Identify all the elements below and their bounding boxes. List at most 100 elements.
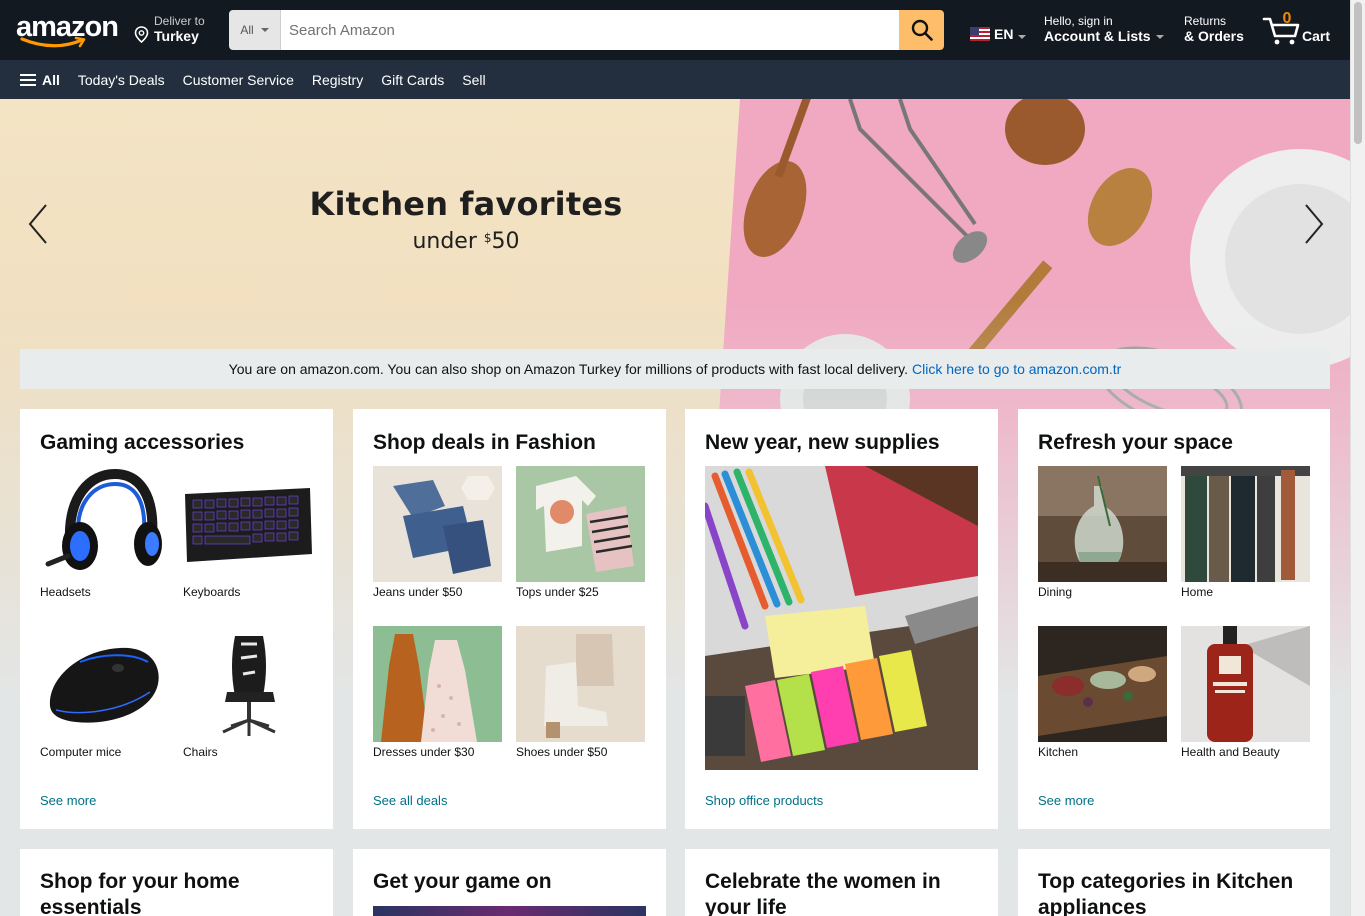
- nav-link-todays-deals[interactable]: Today's Deals: [78, 72, 165, 88]
- tile-label: Shoes under $50: [516, 745, 608, 759]
- tile-label: Dining: [1038, 585, 1073, 599]
- tile-computer-mice[interactable]: Computer mice: [40, 626, 169, 759]
- logo-smile-icon: [20, 36, 86, 48]
- nav-link-registry[interactable]: Registry: [312, 72, 363, 88]
- hero-subtitle-prefix: under: [412, 229, 484, 254]
- orders-label: & Orders: [1184, 28, 1244, 44]
- deliver-country: Turkey: [154, 28, 199, 44]
- nav-link-gift-cards[interactable]: Gift Cards: [381, 72, 444, 88]
- card-title: Shop for your home essentials: [40, 870, 240, 916]
- card-title: Celebrate the women in your life: [705, 870, 941, 916]
- card-link-see-more[interactable]: See more: [1038, 793, 1094, 808]
- language-code: EN: [994, 26, 1014, 42]
- nav-link-sell[interactable]: Sell: [462, 72, 485, 88]
- tile-home[interactable]: Home: [1181, 466, 1310, 599]
- shoes-image: [516, 626, 645, 742]
- tile-label: Jeans under $50: [373, 585, 463, 599]
- card-home-essentials: Shop for your home essentials: [20, 849, 333, 916]
- game-image[interactable]: [373, 906, 646, 916]
- scrollbar-thumb[interactable]: [1354, 2, 1362, 144]
- card-link-shop-office[interactable]: Shop office products: [705, 793, 823, 808]
- language-selector[interactable]: EN: [970, 26, 1027, 42]
- search-input[interactable]: [281, 10, 899, 50]
- cart-label: Cart: [1302, 28, 1331, 44]
- tile-label: Dresses under $30: [373, 745, 475, 759]
- account-lists-label: Account & Lists: [1044, 28, 1151, 44]
- nav-link-customer-service[interactable]: Customer Service: [183, 72, 294, 88]
- search-category-label: All: [240, 23, 254, 37]
- hamburger-icon: [20, 73, 36, 86]
- card-fashion-deals: Shop deals in Fashion Jeans under $50 To…: [353, 409, 666, 829]
- notice-link[interactable]: Click here to go to amazon.com.tr: [912, 361, 1121, 377]
- kitchen-image: [1038, 626, 1167, 742]
- tile-label: Headsets: [40, 585, 91, 599]
- us-flag-icon: [970, 27, 990, 41]
- carousel-next-icon[interactable]: [1298, 199, 1328, 249]
- country-notice: You are on amazon.com. You can also shop…: [20, 349, 1330, 389]
- tile-keyboards[interactable]: Keyboards: [183, 466, 312, 599]
- card-kitchen-appliances: Top categories in Kitchen appliances: [1018, 849, 1330, 916]
- jeans-image: [373, 466, 502, 582]
- location-pin-icon: [134, 26, 149, 43]
- search-icon: [911, 19, 933, 41]
- tile-label: Tops under $25: [516, 585, 599, 599]
- tile-label: Computer mice: [40, 745, 122, 759]
- deliver-label: Deliver to: [154, 14, 205, 28]
- returns-label: Returns: [1184, 14, 1227, 28]
- tile-headsets[interactable]: Headsets: [40, 466, 169, 599]
- tile-chairs[interactable]: Chairs: [183, 626, 312, 759]
- top-nav: amazon Deliver to Turkey All EN: [0, 0, 1350, 60]
- tile-kitchen[interactable]: Kitchen: [1038, 626, 1167, 759]
- office-supplies-image[interactable]: [705, 466, 978, 770]
- tile-dining[interactable]: Dining: [1038, 466, 1167, 599]
- cart-count: 0: [1282, 10, 1292, 27]
- all-menu-button[interactable]: All: [20, 72, 60, 88]
- notice-text: You are on amazon.com. You can also shop…: [228, 361, 909, 377]
- card-title: Refresh your space: [1038, 431, 1233, 454]
- health-beauty-image: [1181, 626, 1310, 742]
- tile-label: Keyboards: [183, 585, 241, 599]
- card-gaming-accessories: Gaming accessories Headsets Keyboards Co…: [20, 409, 333, 829]
- tile-label: Chairs: [183, 745, 218, 759]
- tile-shoes[interactable]: Shoes under $50: [516, 626, 645, 759]
- secondary-nav: All Today's Deals Customer Service Regis…: [0, 60, 1350, 99]
- search-bar: All: [229, 10, 944, 50]
- card-game-on: Get your game on: [353, 849, 666, 916]
- tile-jeans[interactable]: Jeans under $50: [373, 466, 502, 599]
- amazon-logo[interactable]: amazon: [16, 12, 119, 52]
- hero-subtitle-amount: 50: [491, 229, 520, 254]
- caret-down-icon: [260, 28, 269, 32]
- search-category-select[interactable]: All: [229, 10, 281, 50]
- caret-down-icon: [1018, 35, 1027, 39]
- card-title: Shop deals in Fashion: [373, 431, 596, 454]
- card-title: Top categories in Kitchen appliances: [1038, 870, 1294, 916]
- carousel-prev-icon[interactable]: [24, 199, 54, 249]
- headset-image: [40, 466, 169, 582]
- returns-orders[interactable]: Returns & Orders: [1184, 14, 1244, 44]
- card-link-see-all-deals[interactable]: See all deals: [373, 793, 447, 808]
- card-new-year-supplies: New year, new supplies Shop office produ…: [685, 409, 998, 829]
- keyboard-image: [183, 466, 312, 582]
- hero-subtitle: under $50: [266, 229, 666, 254]
- tile-label: Home: [1181, 585, 1214, 599]
- home-image: [1181, 466, 1310, 582]
- account-greeting: Hello, sign in: [1044, 14, 1113, 28]
- tile-label: Health and Beauty: [1181, 745, 1280, 759]
- hero-title: Kitchen favorites: [309, 185, 623, 223]
- chair-image: [183, 626, 312, 742]
- tile-tops[interactable]: Tops under $25: [516, 466, 645, 599]
- search-button[interactable]: [899, 10, 944, 50]
- card-title: Gaming accessories: [40, 431, 245, 454]
- card-title: Get your game on: [373, 870, 552, 893]
- card-link-see-more[interactable]: See more: [40, 793, 96, 808]
- account-menu[interactable]: Hello, sign in Account & Lists: [1044, 14, 1164, 44]
- hero-subtitle-currency: $: [483, 231, 492, 245]
- card-women-celebrate: Celebrate the women in your life: [685, 849, 998, 916]
- tile-health-beauty[interactable]: Health and Beauty: [1181, 626, 1310, 759]
- card-title: New year, new supplies: [705, 431, 940, 454]
- caret-down-icon: [1155, 35, 1164, 39]
- cart-button[interactable]: 0 Cart: [1262, 10, 1334, 50]
- card-refresh-space: Refresh your space Dining Home Kitchen H…: [1018, 409, 1330, 829]
- page-scrollbar[interactable]: [1350, 0, 1365, 916]
- tile-dresses[interactable]: Dresses under $30: [373, 626, 502, 759]
